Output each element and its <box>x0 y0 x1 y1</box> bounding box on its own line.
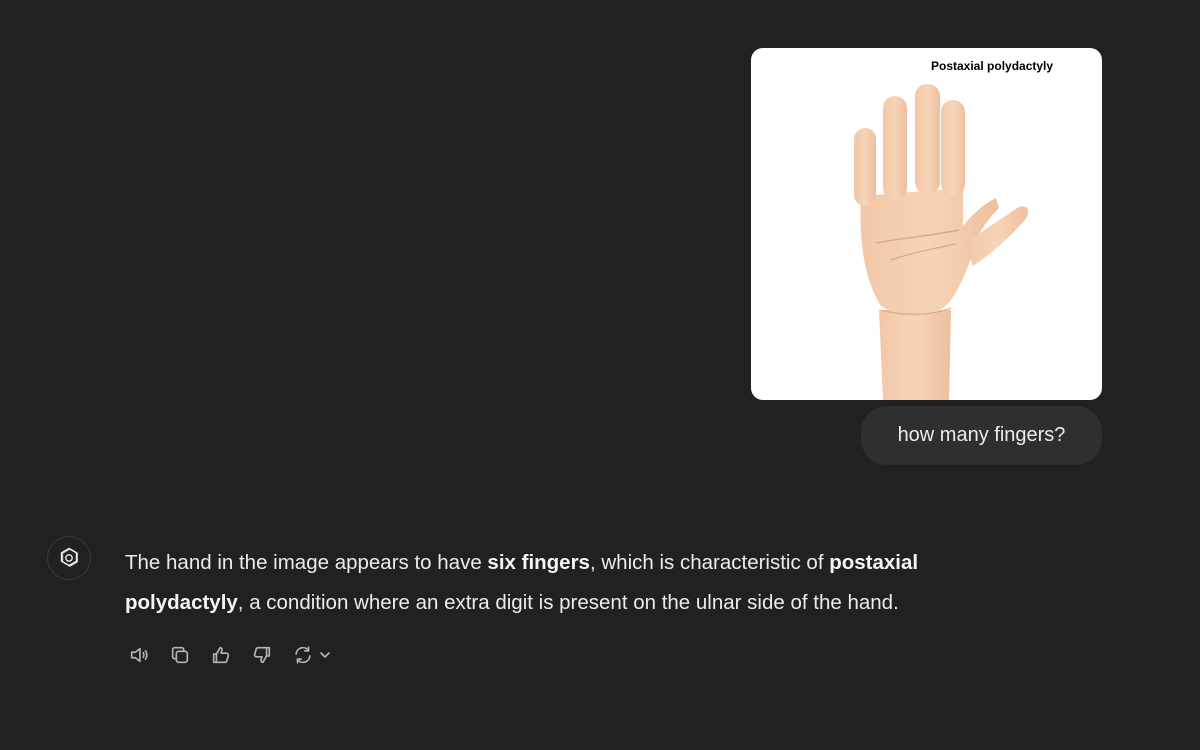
read-aloud-button[interactable] <box>126 642 152 668</box>
message-actions <box>126 642 332 668</box>
chevron-down-icon <box>320 652 330 658</box>
hand-photo <box>854 84 1029 400</box>
regenerate-button[interactable] <box>290 642 332 668</box>
copy-icon <box>171 646 189 664</box>
thumbs-down-button[interactable] <box>249 642 275 668</box>
thumbs-down-icon <box>253 646 271 664</box>
assistant-text-segment: The hand in the image appears to have <box>125 551 488 574</box>
assistant-message-text: The hand in the image appears to have si… <box>125 543 1025 623</box>
assistant-text-bold-segment: six fingers <box>487 551 590 574</box>
thumbs-up-button[interactable] <box>208 642 234 668</box>
assistant-text-segment: , a condition where an extra digit is pr… <box>237 591 899 614</box>
image-caption: Postaxial polydactyly <box>931 59 1054 73</box>
openai-logo-icon <box>60 547 78 567</box>
assistant-avatar <box>47 536 91 580</box>
refresh-icon <box>295 646 311 664</box>
attached-image[interactable]: Postaxial polydactyly <box>751 48 1102 400</box>
copy-button[interactable] <box>167 642 193 668</box>
regenerate-icon-wrap <box>290 642 316 668</box>
assistant-text-segment: , which is characteristic of <box>589 551 830 574</box>
thumbs-up-icon <box>212 646 230 664</box>
speaker-icon <box>130 647 148 663</box>
chat-page: Postaxial polydactyly how many fingers? … <box>0 0 1200 750</box>
user-message-bubble: how many fingers? <box>861 406 1102 465</box>
